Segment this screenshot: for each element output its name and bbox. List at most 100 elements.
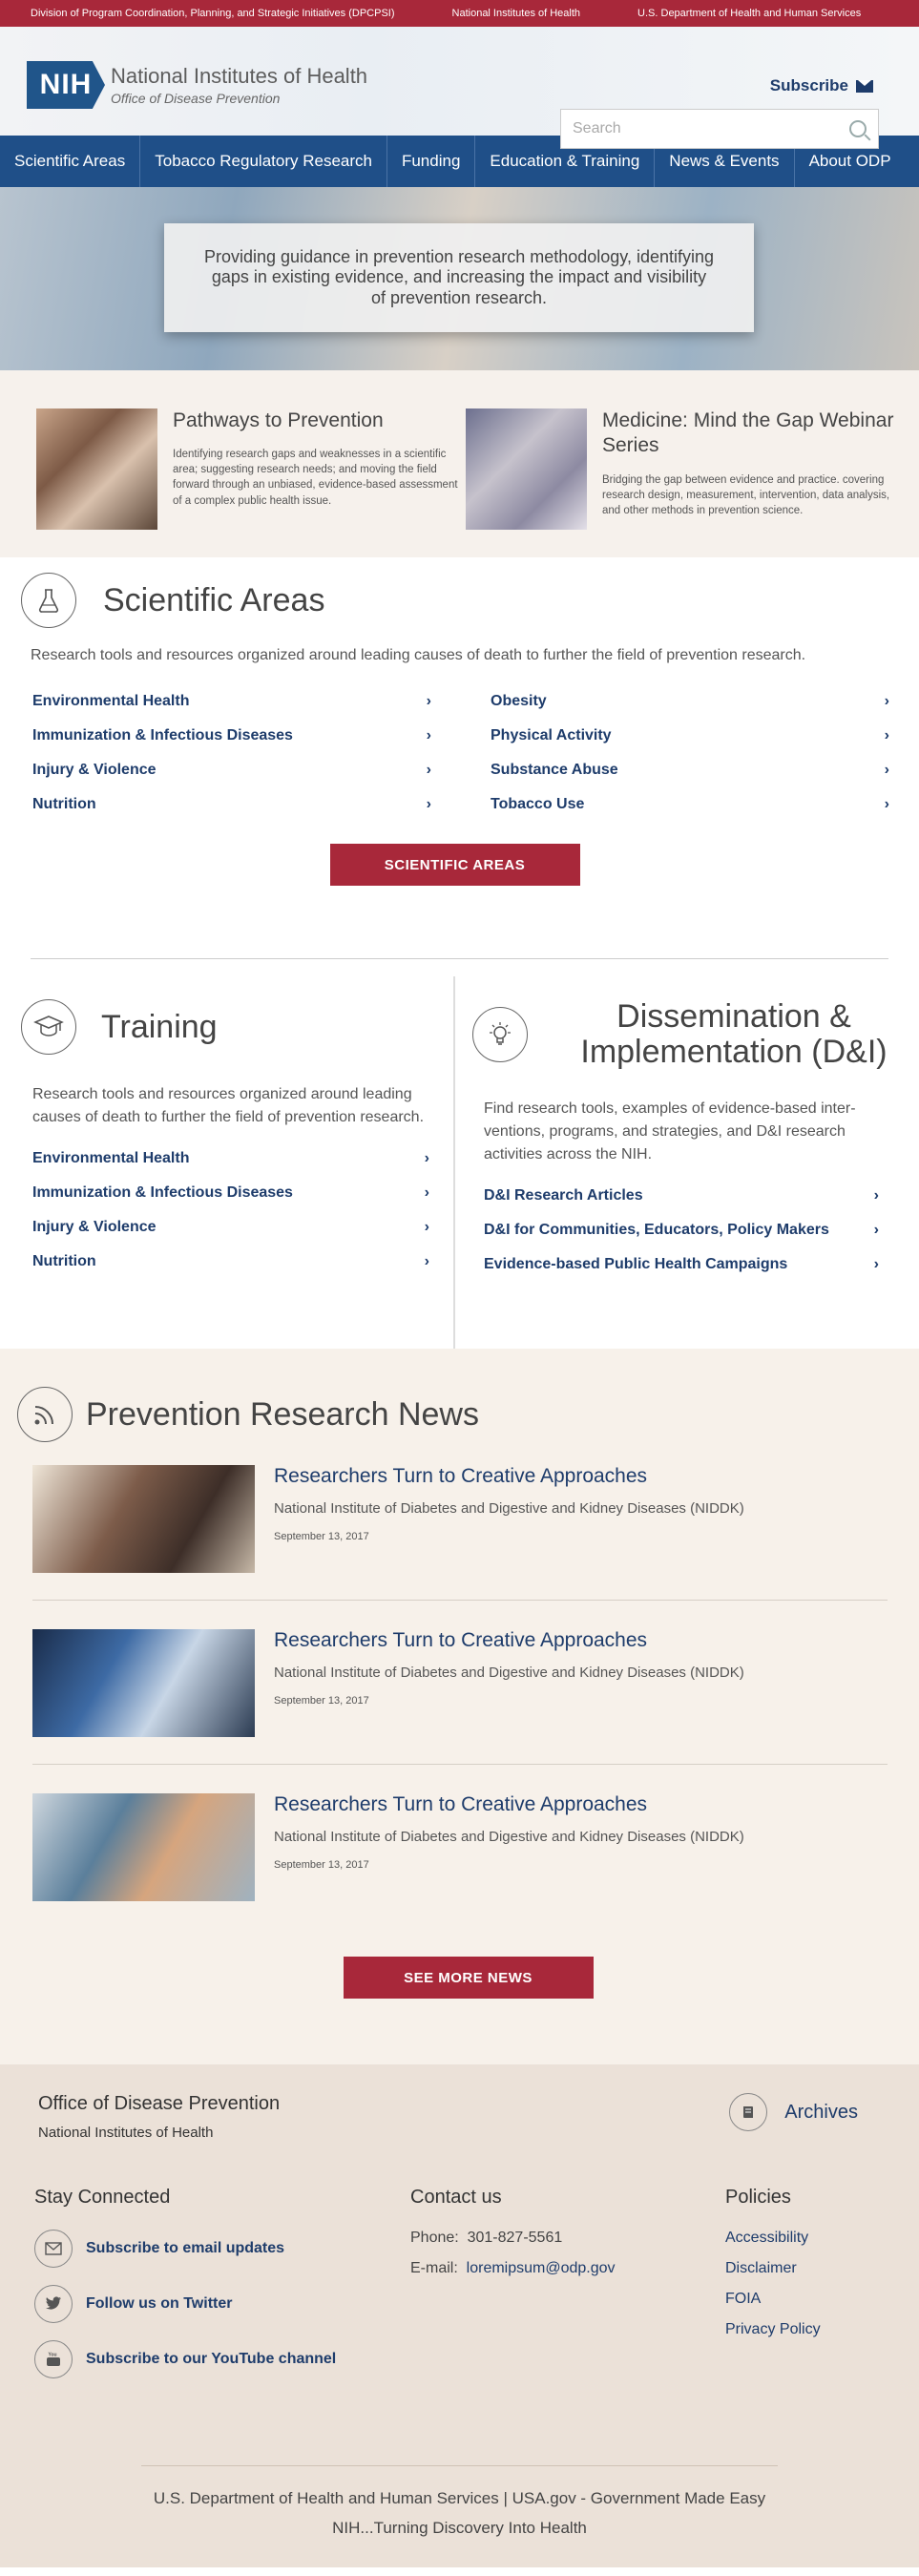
topbar-link-dpcpsi[interactable]: Division of Program Coordination, Planni… xyxy=(31,8,395,19)
news-item[interactable]: Researchers Turn to Creative Approaches … xyxy=(32,1465,888,1601)
training-link-nutrition[interactable]: Nutrition › xyxy=(32,1253,429,1270)
feature-title[interactable]: Medicine: Mind the Gap Webinar Series xyxy=(602,408,900,459)
email-link[interactable]: loremipsum@odp.gov xyxy=(467,2260,616,2276)
nav-item-tobacco-regulatory-research[interactable]: Tobacco Regulatory Research xyxy=(140,136,387,187)
news-image xyxy=(32,1793,255,1901)
nih-logo-mark: NIH xyxy=(27,61,105,109)
training-dissemination-section: Training Research tools and resources or… xyxy=(0,959,919,1349)
chevron-right-icon: › xyxy=(873,1222,879,1239)
feature-title[interactable]: Pathways to Prevention xyxy=(173,408,466,433)
policy-link-foia[interactable]: FOIA xyxy=(725,2291,821,2308)
contact-title: Contact us xyxy=(410,2187,502,2208)
chevron-right-icon: › xyxy=(873,1256,879,1273)
chevron-right-icon: › xyxy=(873,1187,879,1204)
phone-number: 301-827-5561 xyxy=(467,2230,563,2246)
section-description: Research tools and resources organized a… xyxy=(31,647,806,663)
chevron-right-icon: › xyxy=(884,727,889,743)
chevron-right-icon: › xyxy=(426,693,431,709)
dissemination-column: Dissemination & Implementation (D&I) Fin… xyxy=(455,976,919,1349)
footer-org-name: Office of Disease Prevention xyxy=(38,2093,281,2114)
stay-connected: Stay Connected Subscribe to email update… xyxy=(34,2187,336,2396)
featured-programs: Pathways to Prevention Identifying resea… xyxy=(0,370,919,557)
training-link-environmental-health[interactable]: Environmental Health › xyxy=(32,1150,429,1167)
sci-link-injury-violence[interactable]: Injury & Violence › xyxy=(32,762,431,779)
footer-divider xyxy=(141,2465,778,2466)
site-logo[interactable]: NIH National Institutes of Health Office… xyxy=(27,61,367,109)
footer-tagline: NIH...Turning Discovery Into Health xyxy=(332,2518,587,2537)
news-title[interactable]: Researchers Turn to Creative Approaches xyxy=(274,1793,770,1816)
news-image xyxy=(32,1629,255,1737)
feature-card[interactable]: Medicine: Mind the Gap Webinar Series Br… xyxy=(466,408,900,557)
news-source: National Institute of Diabetes and Diges… xyxy=(274,1829,744,1845)
section-title: Scientific Areas xyxy=(103,581,325,618)
chevron-right-icon: › xyxy=(424,1150,429,1166)
flask-icon xyxy=(21,573,76,628)
news-section: Prevention Research News Researchers Tur… xyxy=(0,1349,919,2064)
topbar-link-hhs[interactable]: U.S. Department of Health and Human Serv… xyxy=(637,8,861,19)
sci-link-environmental-health[interactable]: Environmental Health › xyxy=(32,693,431,710)
search-icon[interactable] xyxy=(849,120,867,137)
archives-label: Archives xyxy=(784,2101,858,2123)
di-link-campaigns[interactable]: Evidence-based Public Health Campaigns › xyxy=(484,1256,879,1273)
see-more-news-button[interactable]: SEE MORE NEWS xyxy=(343,1957,594,1999)
sci-link-nutrition[interactable]: Nutrition › xyxy=(32,796,431,813)
feature-description: Bridging the gap between evidence and pr… xyxy=(602,473,890,516)
section-description: Research tools and resources organized a… xyxy=(32,1086,425,1125)
subscribe-label: Subscribe xyxy=(769,76,848,94)
graduation-cap-icon xyxy=(21,999,76,1055)
policies: Policies Accessibility Disclaimer FOIA P… xyxy=(725,2187,821,2352)
chevron-right-icon: › xyxy=(884,762,889,778)
nav-item-scientific-areas[interactable]: Scientific Areas xyxy=(0,136,141,187)
contact-us: Contact us Phone: 301-827-5561 E-mail: l… xyxy=(410,2187,616,2291)
lightbulb-icon xyxy=(472,1006,528,1062)
twitter-link[interactable]: Follow us on Twitter xyxy=(34,2285,336,2323)
footer-bottom: U.S. Department of Health and Human Serv… xyxy=(0,2484,919,2543)
policy-link-accessibility[interactable]: Accessibility xyxy=(725,2230,821,2247)
youtube-icon: You xyxy=(34,2340,73,2378)
subscribe-link[interactable]: Subscribe xyxy=(770,76,873,95)
policies-title: Policies xyxy=(725,2187,791,2208)
svg-text:You: You xyxy=(49,2353,57,2358)
footer-org-parent: National Institutes of Health xyxy=(38,2125,214,2141)
sci-link-immunization[interactable]: Immunization & Infectious Diseases › xyxy=(32,727,431,744)
site-header: NIH National Institutes of Health Office… xyxy=(0,27,919,149)
training-link-immunization[interactable]: Immunization & Infectious Diseases › xyxy=(32,1184,429,1202)
sci-link-tobacco-use[interactable]: Tobacco Use › xyxy=(491,796,889,813)
news-title[interactable]: Researchers Turn to Creative Approaches xyxy=(274,1629,770,1652)
feature-card[interactable]: Pathways to Prevention Identifying resea… xyxy=(36,408,466,557)
sci-link-substance-abuse[interactable]: Substance Abuse › xyxy=(491,762,889,779)
nav-item-funding[interactable]: Funding xyxy=(387,136,476,187)
youtube-link[interactable]: You Subscribe to our YouTube channel xyxy=(34,2340,336,2378)
news-source: National Institute of Diabetes and Diges… xyxy=(274,1500,744,1517)
contact-email: E-mail: loremipsum@odp.gov xyxy=(410,2260,616,2276)
chevron-right-icon: › xyxy=(424,1184,429,1201)
feature-image xyxy=(36,408,157,530)
chevron-right-icon: › xyxy=(426,727,431,743)
topbar-link-nih[interactable]: National Institutes of Health xyxy=(452,8,581,19)
news-item[interactable]: Researchers Turn to Creative Approaches … xyxy=(32,1629,888,1765)
footer-bottom-links[interactable]: U.S. Department of Health and Human Serv… xyxy=(0,2484,919,2514)
chevron-right-icon: › xyxy=(426,762,431,778)
feature-description: Identifying research gaps and weaknesses… xyxy=(173,449,458,507)
di-link-research-articles[interactable]: D&I Research Articles › xyxy=(484,1187,879,1204)
di-link-communities[interactable]: D&I for Communities, Educators, Policy M… xyxy=(484,1222,879,1239)
archives-link[interactable]: Archives xyxy=(729,2093,858,2131)
search-input[interactable]: Search xyxy=(560,109,879,149)
policy-link-disclaimer[interactable]: Disclaimer xyxy=(725,2260,821,2277)
rss-icon xyxy=(17,1387,73,1442)
news-title[interactable]: Researchers Turn to Creative Approaches xyxy=(274,1465,770,1488)
site-footer: Office of Disease Prevention National In… xyxy=(0,2064,919,2567)
scientific-areas-button[interactable]: SCIENTIFIC AREAS xyxy=(329,844,580,886)
section-title: Prevention Research News xyxy=(86,1395,479,1433)
section-title: Training xyxy=(101,1008,218,1045)
email-updates-link[interactable]: Subscribe to email updates xyxy=(34,2230,336,2268)
logo-title: National Institutes of Health xyxy=(111,64,368,88)
policy-link-privacy[interactable]: Privacy Policy xyxy=(725,2321,821,2338)
sci-link-obesity[interactable]: Obesity › xyxy=(491,693,889,710)
news-item[interactable]: Researchers Turn to Creative Approaches … xyxy=(32,1793,888,1928)
chevron-right-icon: › xyxy=(424,1253,429,1269)
hero-banner: Providing guidance in prevention researc… xyxy=(0,187,919,370)
sci-link-physical-activity[interactable]: Physical Activity › xyxy=(491,727,889,744)
training-link-injury-violence[interactable]: Injury & Violence › xyxy=(32,1219,429,1236)
section-title: Dissemination & Implementation (D&I) xyxy=(580,998,888,1070)
